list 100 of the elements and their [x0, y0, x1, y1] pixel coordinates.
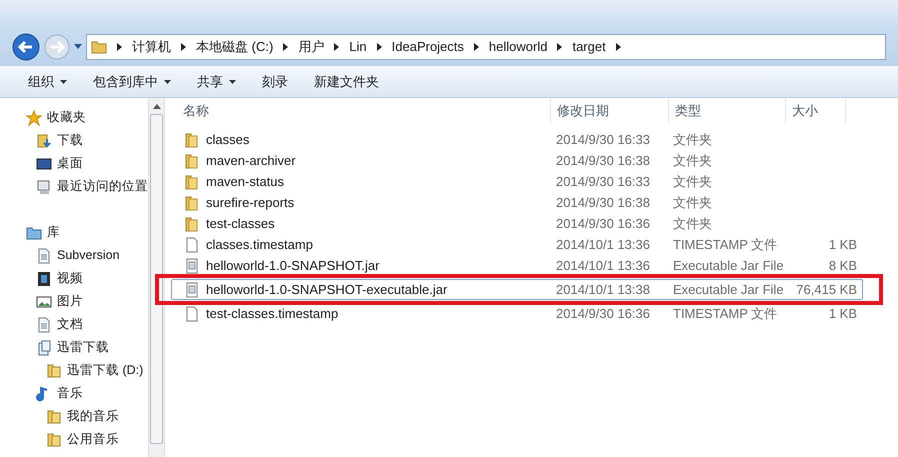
breadcrumb-item[interactable]: IdeaProjects — [392, 37, 464, 57]
document-icon — [36, 248, 52, 264]
sidebar-item[interactable]: 最近访问的位置 — [57, 177, 148, 196]
date-modified: 2014/9/30 16:33 — [556, 174, 650, 189]
file-row[interactable]: classes.timestamp 2014/10/1 13:36 TIMESTAMP 文件 1 KB — [171, 234, 863, 255]
file-size: 1 KB — [828, 236, 857, 252]
file-icon — [184, 306, 200, 322]
file-type: 文件夹 — [673, 174, 712, 189]
file-row[interactable]: surefire-reports 2014/9/30 16:38 文件夹 — [171, 192, 863, 213]
sidebar-item[interactable]: 音乐 — [57, 384, 83, 403]
sidebar-item[interactable]: 下载 — [57, 131, 83, 150]
folder-icon — [184, 194, 200, 210]
caret-icon — [229, 80, 236, 84]
sidebar-item[interactable]: 迅雷下载 — [57, 338, 109, 357]
toolbar-button[interactable]: 组织 — [28, 72, 67, 92]
sidebar-item[interactable]: Subversion — [57, 246, 120, 265]
column-header[interactable]: 类型 — [675, 101, 701, 121]
date-modified: 2014/10/1 13:38 — [556, 282, 650, 297]
file-name: classes — [206, 130, 250, 149]
back-icon[interactable] — [12, 33, 40, 61]
scroll-up-icon[interactable] — [152, 104, 160, 109]
sidebar-item[interactable]: 库 — [47, 223, 60, 242]
breadcrumb-arrow-icon[interactable] — [334, 43, 340, 51]
file-row[interactable]: test-classes.timestamp 2014/9/30 16:36 TIMESTAMP 文件 1 KB — [171, 303, 863, 324]
file-size: 8 KB — [828, 258, 857, 273]
breadcrumb-item[interactable]: 计算机 — [132, 37, 171, 57]
breadcrumb-item[interactable]: Lin — [349, 37, 367, 57]
sidebar-item[interactable]: 收藏夹 — [47, 108, 86, 127]
file-name: surefire-reports — [206, 194, 294, 212]
file-name: maven-archiver — [206, 152, 296, 170]
date-modified: 2014/9/30 16:38 — [556, 152, 650, 168]
file-type: 文件夹 — [673, 152, 712, 168]
picture-icon — [36, 294, 52, 310]
breadcrumb-arrow-icon[interactable] — [376, 43, 382, 51]
scroll-thumb[interactable] — [150, 114, 163, 444]
folder-icon — [184, 132, 200, 148]
file-type: Executable Jar File — [673, 258, 784, 273]
file-type: TIMESTAMP 文件 — [673, 306, 778, 321]
library-icon — [26, 224, 42, 240]
sidebar-item[interactable]: 图片 — [57, 292, 83, 311]
file-type: Executable Jar File — [673, 282, 784, 297]
folder-icon — [46, 362, 62, 378]
folder-icon — [184, 174, 200, 190]
date-modified: 2014/9/30 16:33 — [556, 132, 650, 147]
toolbar-button[interactable]: 新建文件夹 — [314, 72, 379, 92]
recent-places-icon — [36, 178, 52, 194]
toolbar-button[interactable]: 包含到库中 — [93, 72, 171, 92]
sidebar-item[interactable]: 视频 — [57, 269, 83, 288]
scrollbar[interactable] — [148, 98, 165, 457]
dropdown-icon[interactable] — [74, 44, 82, 50]
date-modified: 2014/9/30 16:38 — [556, 194, 650, 210]
sidebar-item[interactable]: 我的音乐 — [67, 407, 119, 426]
file-row[interactable]: helloworld-1.0-SNAPSHOT.jar 2014/10/1 13:36 Executable Jar File 8 KB — [171, 255, 863, 276]
breadcrumb-arrow-icon[interactable] — [616, 43, 621, 51]
breadcrumb-item[interactable]: 用户 — [298, 37, 324, 57]
folder-icon — [91, 40, 107, 54]
breadcrumb-item[interactable]: target — [572, 37, 606, 57]
toolbar-button[interactable]: 共享 — [197, 72, 236, 92]
address-bar[interactable]: 计算机 本地磁盘 (C:) 用户 Lin IdeaProjects helloworld target — [86, 34, 886, 60]
file-row[interactable]: classes 2014/9/30 16:33 文件夹 — [171, 129, 863, 150]
breadcrumb-arrow-icon[interactable] — [474, 43, 479, 51]
breadcrumb-arrow-icon[interactable] — [283, 43, 288, 51]
folder-icon — [184, 216, 200, 232]
column-header[interactable]: 修改日期 — [557, 101, 609, 121]
caret-icon — [60, 80, 67, 84]
toolbar-button[interactable]: 刻录 — [262, 72, 288, 92]
breadcrumb-arrow-icon[interactable] — [181, 43, 186, 51]
file-row[interactable]: maven-archiver 2014/9/30 16:38 文件夹 — [171, 150, 863, 171]
date-modified: 2014/9/30 16:36 — [556, 216, 650, 231]
file-icon — [184, 236, 200, 252]
desktop-icon — [36, 156, 52, 172]
document-icon — [36, 316, 52, 332]
download-folder-icon — [36, 132, 52, 148]
sidebar-item[interactable]: 公用音乐 — [67, 430, 119, 449]
breadcrumb-item[interactable]: helloworld — [488, 37, 548, 57]
column-header[interactable]: 大小 — [792, 101, 818, 121]
file-row[interactable]: maven-status 2014/9/30 16:33 文件夹 — [171, 171, 863, 192]
folder-icon — [46, 432, 62, 448]
file-size: 76,415 KB — [796, 282, 857, 297]
file-row[interactable]: test-classes 2014/9/30 16:36 文件夹 — [171, 213, 863, 234]
file-type: 文件夹 — [673, 194, 712, 210]
file-type: 文件夹 — [673, 216, 712, 231]
sidebar-item[interactable]: 文档 — [57, 315, 83, 334]
file-row[interactable]: helloworld-1.0-SNAPSHOT-executable.jar 2014/10/1 13:38 Executable Jar File 76,415 KB — [171, 279, 863, 300]
column-header[interactable]: 名称 — [183, 101, 209, 121]
jar-file-icon — [184, 282, 200, 298]
breadcrumb-arrow-icon[interactable] — [117, 43, 122, 51]
breadcrumb-item[interactable]: 本地磁盘 (C:) — [196, 37, 274, 57]
file-name: classes.timestamp — [206, 236, 313, 254]
sidebar-item[interactable]: 桌面 — [57, 154, 83, 173]
file-name: helloworld-1.0-SNAPSHOT.jar — [206, 256, 380, 275]
file-size: 1 KB — [828, 306, 857, 321]
film-icon — [36, 270, 52, 286]
file-name: test-classes — [206, 214, 275, 233]
date-modified: 2014/10/1 13:36 — [556, 258, 650, 273]
file-type: 文件夹 — [673, 132, 712, 147]
breadcrumb-arrow-icon[interactable] — [557, 43, 562, 51]
date-modified: 2014/10/1 13:36 — [556, 236, 650, 252]
folder-icon — [184, 152, 200, 168]
sidebar-item[interactable]: 迅雷下载 (D:) — [67, 361, 144, 380]
